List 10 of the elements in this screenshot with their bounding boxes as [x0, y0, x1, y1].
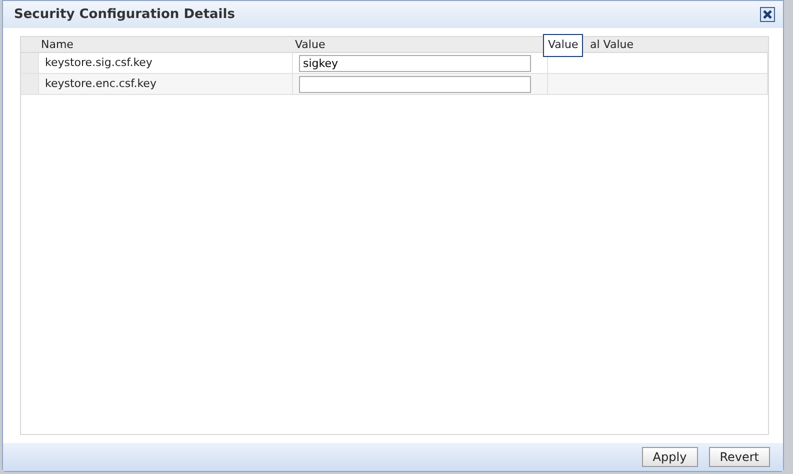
tooltip: Value [543, 34, 584, 56]
value-input[interactable] [299, 76, 531, 92]
close-icon [762, 9, 773, 20]
footer-button[interactable]: Revert [708, 447, 770, 467]
dialog-title: Security Configuration Details [14, 6, 235, 24]
value-input[interactable]: sigkey [299, 54, 531, 72]
close-button[interactable] [760, 7, 775, 22]
column-header: Name [39, 37, 293, 53]
footer-button[interactable]: Apply [642, 447, 698, 467]
table-cell: keystore.enc.csf.key [39, 74, 293, 95]
